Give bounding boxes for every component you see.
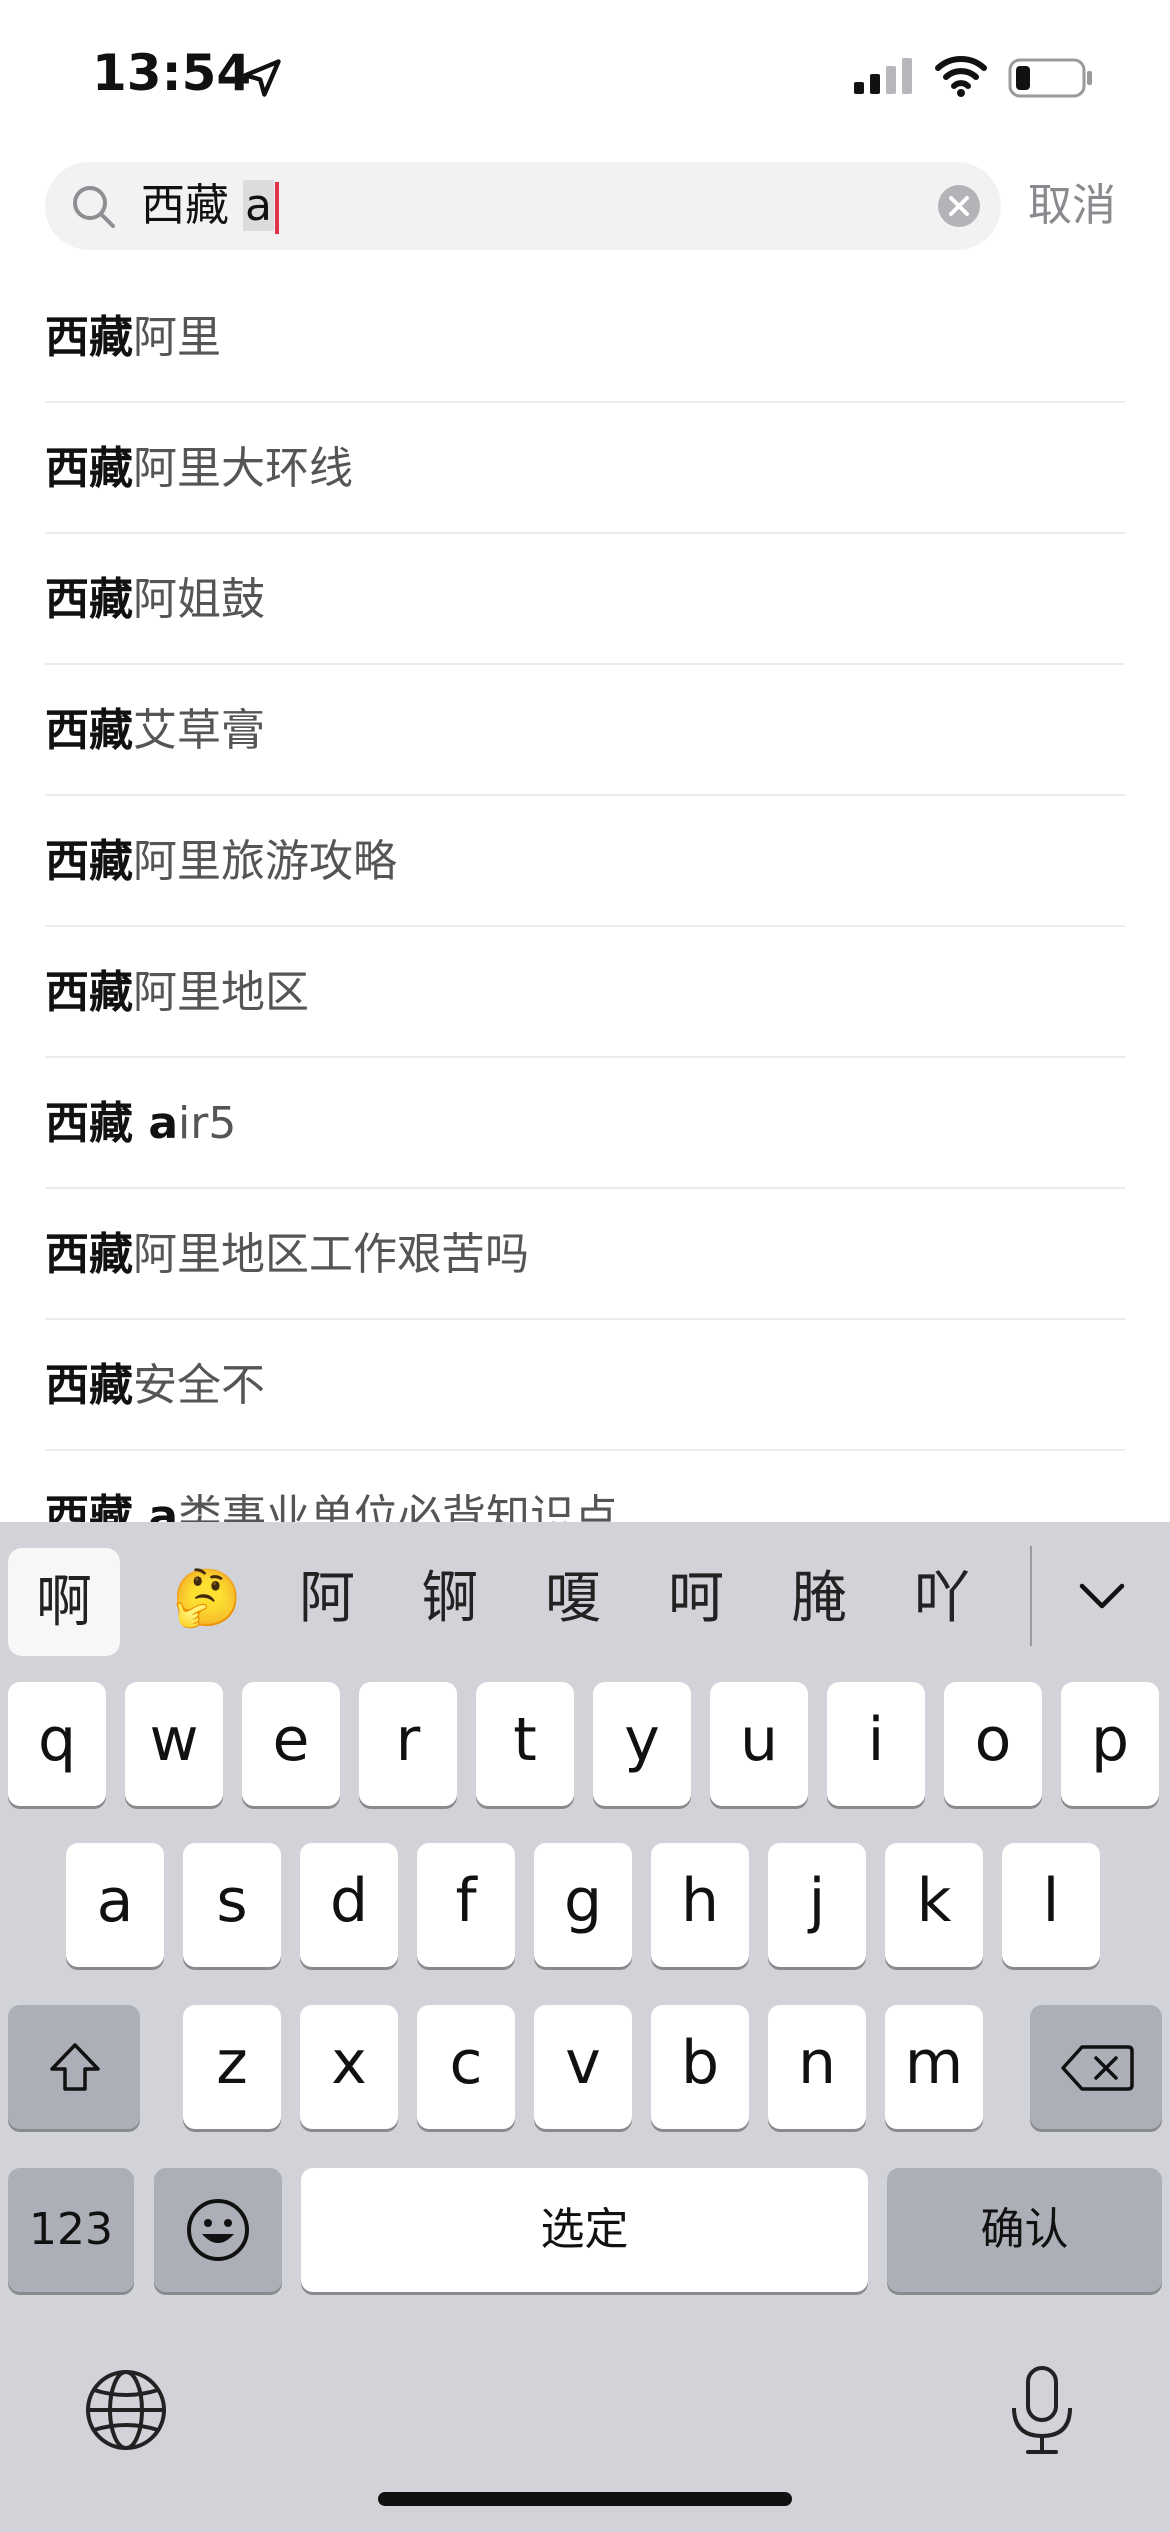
suggestion-rest: 阿里旅游攻略 (133, 836, 397, 887)
suggestion-list: 西藏阿里 西藏阿里大环线 西藏阿姐鼓 西藏艾草膏 西藏阿里旅游攻略 西藏阿里地区 西藏 ai… (45, 272, 1125, 1522)
search-query-typed: a (243, 180, 274, 231)
key-a[interactable]: a (66, 1843, 164, 1967)
key-n[interactable]: n (768, 2005, 866, 2129)
candidate-7[interactable]: 腌 (764, 1544, 874, 1654)
candidate-6[interactable]: 呵 (641, 1544, 751, 1654)
key-x[interactable]: x (300, 2005, 398, 2129)
suggestion-rest: 艾草膏 (133, 705, 265, 756)
suggestion-highlight: 西藏 (45, 967, 133, 1018)
suggestion-item[interactable]: 西藏 a类事业单位必背知识点 (45, 1451, 1125, 1522)
suggestion-highlight: 西藏 (45, 312, 133, 363)
suggestion-rest: 阿里 (133, 312, 221, 363)
cellular-signal-icon (854, 58, 912, 94)
wifi-icon (935, 56, 987, 97)
suggestion-rest: ir5 (178, 1098, 237, 1149)
suggestion-highlight: 西藏 a (45, 1491, 179, 1522)
key-v[interactable]: v (534, 2005, 632, 2129)
key-p[interactable]: p (1061, 1682, 1159, 1806)
suggestion-item[interactable]: 西藏 air5 (45, 1058, 1125, 1189)
emoji-icon (187, 2199, 249, 2261)
suggestion-highlight: 西藏 (45, 1229, 133, 1280)
cancel-button[interactable]: 取消 (1028, 176, 1116, 236)
suggestion-item[interactable]: 西藏阿里旅游攻略 (45, 796, 1125, 927)
key-l[interactable]: l (1002, 1843, 1100, 1967)
suggestion-item[interactable]: 西藏阿姐鼓 (45, 534, 1125, 665)
candidate-4[interactable]: 锕 (395, 1544, 505, 1654)
key-b[interactable]: b (651, 2005, 749, 2129)
suggestion-rest: 阿里大环线 (133, 443, 353, 494)
candidate-divider (1030, 1546, 1032, 1646)
confirm-key[interactable]: 确认 (887, 2168, 1162, 2292)
key-m[interactable]: m (885, 2005, 983, 2129)
key-u[interactable]: u (710, 1682, 808, 1806)
suggestion-item[interactable]: 西藏艾草膏 (45, 665, 1125, 796)
numbers-key[interactable]: 123 (8, 2168, 134, 2292)
candidate-8[interactable]: 吖 (887, 1544, 997, 1654)
key-d[interactable]: d (300, 1843, 398, 1967)
key-y[interactable]: y (593, 1682, 691, 1806)
space-key[interactable]: 选定 (301, 2168, 868, 2292)
delete-key[interactable] (1030, 2005, 1162, 2129)
suggestion-highlight: 西藏 a (45, 1098, 179, 1149)
emoji-key[interactable] (154, 2168, 282, 2292)
candidate-bar: 啊 🤔 阿锕嗄呵腌吖 (0, 1522, 1170, 1656)
shift-icon (50, 2043, 100, 2091)
key-g[interactable]: g (534, 1843, 632, 1967)
suggestion-highlight: 西藏 (45, 574, 133, 625)
suggestion-item[interactable]: 西藏阿里地区 (45, 927, 1125, 1058)
suggestion-item[interactable]: 西藏阿里 (45, 272, 1125, 403)
suggestion-rest: 安全不 (133, 1360, 265, 1411)
suggestion-rest: 阿里地区工作艰苦吗 (133, 1229, 529, 1280)
home-indicator[interactable] (378, 2492, 792, 2506)
key-e[interactable]: e (242, 1682, 340, 1806)
key-z[interactable]: z (183, 2005, 281, 2129)
key-k[interactable]: k (885, 1843, 983, 1967)
text-caret (274, 182, 279, 234)
search-input[interactable]: 西藏 a (45, 162, 1001, 250)
location-arrow-icon (243, 59, 281, 97)
suggestion-highlight: 西藏 (45, 1360, 133, 1411)
suggestion-item[interactable]: 西藏安全不 (45, 1320, 1125, 1451)
suggestion-highlight: 西藏 (45, 705, 133, 756)
delete-icon (1061, 2045, 1134, 2091)
globe-icon[interactable] (84, 2368, 168, 2452)
collapse-chevron-icon[interactable] (1076, 1570, 1128, 1622)
shift-key[interactable] (8, 2005, 140, 2129)
suggestion-highlight: 西藏 (45, 836, 133, 887)
status-time: 13:54 (92, 44, 252, 102)
key-o[interactable]: o (944, 1682, 1042, 1806)
key-j[interactable]: j (768, 1843, 866, 1967)
candidate-1[interactable]: 啊 (8, 1548, 120, 1656)
suggestion-item[interactable]: 西藏阿里地区工作艰苦吗 (45, 1189, 1125, 1320)
candidate-2[interactable]: 🤔 (152, 1544, 262, 1654)
suggestion-rest: 阿姐鼓 (133, 574, 265, 625)
key-t[interactable]: t (476, 1682, 574, 1806)
suggestion-item[interactable]: 西藏阿里大环线 (45, 403, 1125, 534)
key-w[interactable]: w (125, 1682, 223, 1806)
key-i[interactable]: i (827, 1682, 925, 1806)
suggestion-highlight: 西藏 (45, 443, 133, 494)
search-query-prefix: 西藏 (141, 180, 229, 231)
candidate-5[interactable]: 嗄 (518, 1544, 628, 1654)
clear-icon[interactable] (937, 184, 981, 228)
microphone-icon[interactable] (1004, 2364, 1080, 2456)
candidate-3[interactable]: 阿 (272, 1544, 382, 1654)
key-f[interactable]: f (417, 1843, 515, 1967)
keyboard: 啊 🤔 阿锕嗄呵腌吖 q w e r t y u i o p a s d f g h j k l z x c v b n m 123 选定… (0, 1522, 1170, 2532)
key-s[interactable]: s (183, 1843, 281, 1967)
search-query: 西藏 a (141, 178, 279, 234)
battery-icon (1008, 58, 1092, 98)
status-bar: 13:54 (0, 0, 1170, 150)
key-h[interactable]: h (651, 1843, 749, 1967)
key-r[interactable]: r (359, 1682, 457, 1806)
search-icon (73, 186, 115, 228)
key-c[interactable]: c (417, 2005, 515, 2129)
suggestion-rest: 类事业单位必背知识点 (178, 1491, 619, 1522)
key-q[interactable]: q (8, 1682, 106, 1806)
suggestion-rest: 阿里地区 (133, 967, 309, 1018)
